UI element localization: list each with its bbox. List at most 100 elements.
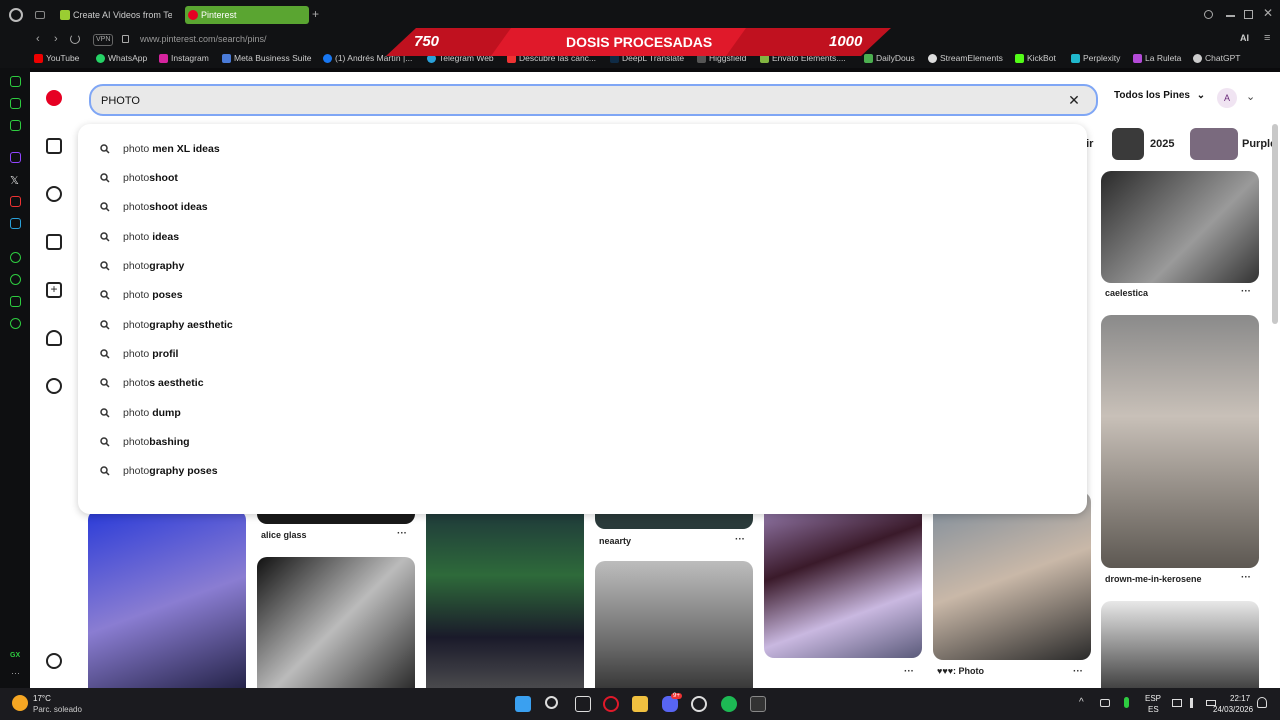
bookmark-chatgpt[interactable]: ChatGPT xyxy=(1193,53,1240,63)
pin-more-icon[interactable]: ··· xyxy=(1241,286,1251,297)
windows-start-icon[interactable] xyxy=(515,696,531,712)
lang-top[interactable]: ESP xyxy=(1145,694,1161,703)
gx-cleaner-icon[interactable] xyxy=(10,98,21,109)
pin-caption[interactable]: caelestica xyxy=(1105,288,1148,298)
pin-caption[interactable]: ♥♥♥: Photo xyxy=(937,666,984,676)
pin-caption[interactable]: drown-me-in-kerosene xyxy=(1105,574,1202,584)
pin-image[interactable] xyxy=(1101,601,1259,688)
messages-icon[interactable] xyxy=(46,378,62,394)
spotify-icon[interactable] xyxy=(721,696,737,712)
weather-temp[interactable]: 17°C xyxy=(33,694,51,703)
search-taskbar-icon[interactable] xyxy=(545,696,558,709)
suggestion-prefix: photo xyxy=(123,407,153,419)
clock-date: 24/03/2026 xyxy=(1213,705,1254,714)
pin-image[interactable] xyxy=(88,510,246,688)
twitch-icon[interactable] xyxy=(10,152,21,163)
tab-pinterest[interactable]: Pinterest xyxy=(185,6,309,24)
gx-control-icon[interactable] xyxy=(10,76,21,87)
close-window-icon[interactable]: ✕ xyxy=(1263,6,1273,20)
suggestion-completion: s aesthetic xyxy=(149,377,204,389)
pin-image[interactable] xyxy=(257,557,415,688)
network-icon[interactable] xyxy=(1100,699,1110,707)
telegram-sidebar-icon[interactable] xyxy=(10,218,21,229)
epic-games-icon[interactable] xyxy=(750,696,766,712)
player-icon[interactable] xyxy=(10,252,21,263)
file-explorer-icon[interactable] xyxy=(632,696,648,712)
instagram-icon xyxy=(159,54,168,63)
vpn-badge[interactable]: VPN xyxy=(93,34,114,46)
forward-icon[interactable]: › xyxy=(54,33,58,45)
clear-search-icon[interactable]: ✕ xyxy=(1066,92,1082,108)
gx-mark-icon[interactable] xyxy=(10,120,21,131)
chip-purple[interactable]: Purple xyxy=(1190,128,1280,160)
ai-button[interactable]: AI xyxy=(1240,33,1249,43)
suggestion-prefix: photo xyxy=(123,348,153,360)
opera-gx-taskbar-icon[interactable] xyxy=(603,696,619,712)
tray-chevron-icon[interactable]: ^ xyxy=(1079,697,1084,708)
create-icon[interactable]: + xyxy=(46,282,62,298)
pin-more-icon[interactable]: ··· xyxy=(1241,572,1251,583)
pin-image[interactable] xyxy=(764,492,922,658)
settings-icon[interactable] xyxy=(46,653,62,669)
pin-image[interactable] xyxy=(1101,315,1259,568)
bookmark-kickbot[interactable]: KickBot xyxy=(1015,53,1056,63)
maximize-icon[interactable] xyxy=(1244,10,1253,19)
search-input[interactable] xyxy=(101,92,1001,110)
search-tabs-icon[interactable] xyxy=(1204,10,1213,19)
url-field[interactable]: www.pinterest.com/search/pins/ xyxy=(140,34,267,44)
streamelements-icon xyxy=(928,54,937,63)
microphone-icon[interactable] xyxy=(1124,697,1129,708)
reload-icon[interactable] xyxy=(70,34,80,44)
clock-time[interactable]: 22:17 xyxy=(1230,694,1250,703)
chip-2025[interactable]: 2025 xyxy=(1110,128,1188,160)
home-icon[interactable] xyxy=(46,138,62,154)
notification-bell-icon[interactable] xyxy=(1257,697,1267,708)
youtube-sidebar-icon[interactable] xyxy=(10,196,21,207)
pin-image[interactable] xyxy=(426,492,584,688)
bookmark-streamelements[interactable]: StreamElements xyxy=(928,53,1003,63)
extensions-icon[interactable] xyxy=(10,296,21,307)
tab-create-ai-videos[interactable]: Create AI Videos from Te xyxy=(57,6,172,24)
pin-more-icon[interactable]: ··· xyxy=(1073,666,1083,677)
settings-sidebar-icon[interactable] xyxy=(10,318,21,329)
boards-icon[interactable] xyxy=(46,234,62,250)
windows-taskbar: 17°C Parc. soleado 9+ ^ ESP ES 22:17 24/… xyxy=(0,688,1280,720)
bookmark-instagram[interactable]: Instagram xyxy=(159,53,209,63)
speaker-icon[interactable] xyxy=(1190,698,1198,708)
pin-image[interactable] xyxy=(595,561,753,688)
explore-icon[interactable] xyxy=(46,186,62,202)
pin-caption[interactable]: neaarty xyxy=(599,536,631,546)
history-icon[interactable] xyxy=(10,274,21,285)
tab-bar: Create AI Videos from Te Pinterest + ✕ xyxy=(0,0,1280,30)
pin-more-icon[interactable]: ··· xyxy=(397,528,407,539)
account-chevron-icon[interactable]: ⌄ xyxy=(1246,90,1255,103)
bookmark-youtube[interactable]: YouTube xyxy=(34,53,79,63)
pin-image[interactable] xyxy=(933,492,1091,660)
new-tab-button[interactable]: + xyxy=(312,8,324,20)
bookmark-meta[interactable]: Meta Business Suite xyxy=(222,53,311,63)
pin-more-icon[interactable]: ··· xyxy=(735,534,745,545)
menu-icon[interactable]: ≡ xyxy=(1264,32,1270,44)
pinterest-logo-icon[interactable] xyxy=(46,90,62,106)
pin-caption[interactable]: alice glass xyxy=(261,530,307,540)
bookmark-whatsapp[interactable]: WhatsApp xyxy=(96,53,147,63)
display-icon[interactable] xyxy=(1172,699,1182,707)
bookmark-perplexity[interactable]: Perplexity xyxy=(1071,53,1120,63)
bookmark-la-ruleta[interactable]: La Ruleta xyxy=(1133,53,1181,63)
workspace-icon[interactable] xyxy=(35,11,45,19)
weather-icon[interactable] xyxy=(12,695,28,711)
notifications-icon[interactable] xyxy=(46,330,62,346)
page-scrollbar[interactable] xyxy=(1272,124,1278,324)
task-view-icon[interactable] xyxy=(575,696,591,712)
back-icon[interactable]: ‹ xyxy=(36,33,40,45)
pin-filter-dropdown[interactable]: Todos los Pines ⌄ xyxy=(1114,90,1205,101)
minimize-icon[interactable] xyxy=(1226,15,1235,17)
chrome-icon[interactable] xyxy=(691,696,707,712)
avatar[interactable]: A xyxy=(1217,88,1237,108)
x-twitter-icon[interactable]: 𝕏 xyxy=(10,174,19,187)
search-bar[interactable]: ✕ xyxy=(89,84,1098,116)
pin-image[interactable] xyxy=(1101,171,1259,283)
pin-more-icon[interactable]: ··· xyxy=(904,666,914,677)
more-icon[interactable]: ··· xyxy=(11,668,20,678)
opera-logo-icon[interactable] xyxy=(9,8,23,22)
